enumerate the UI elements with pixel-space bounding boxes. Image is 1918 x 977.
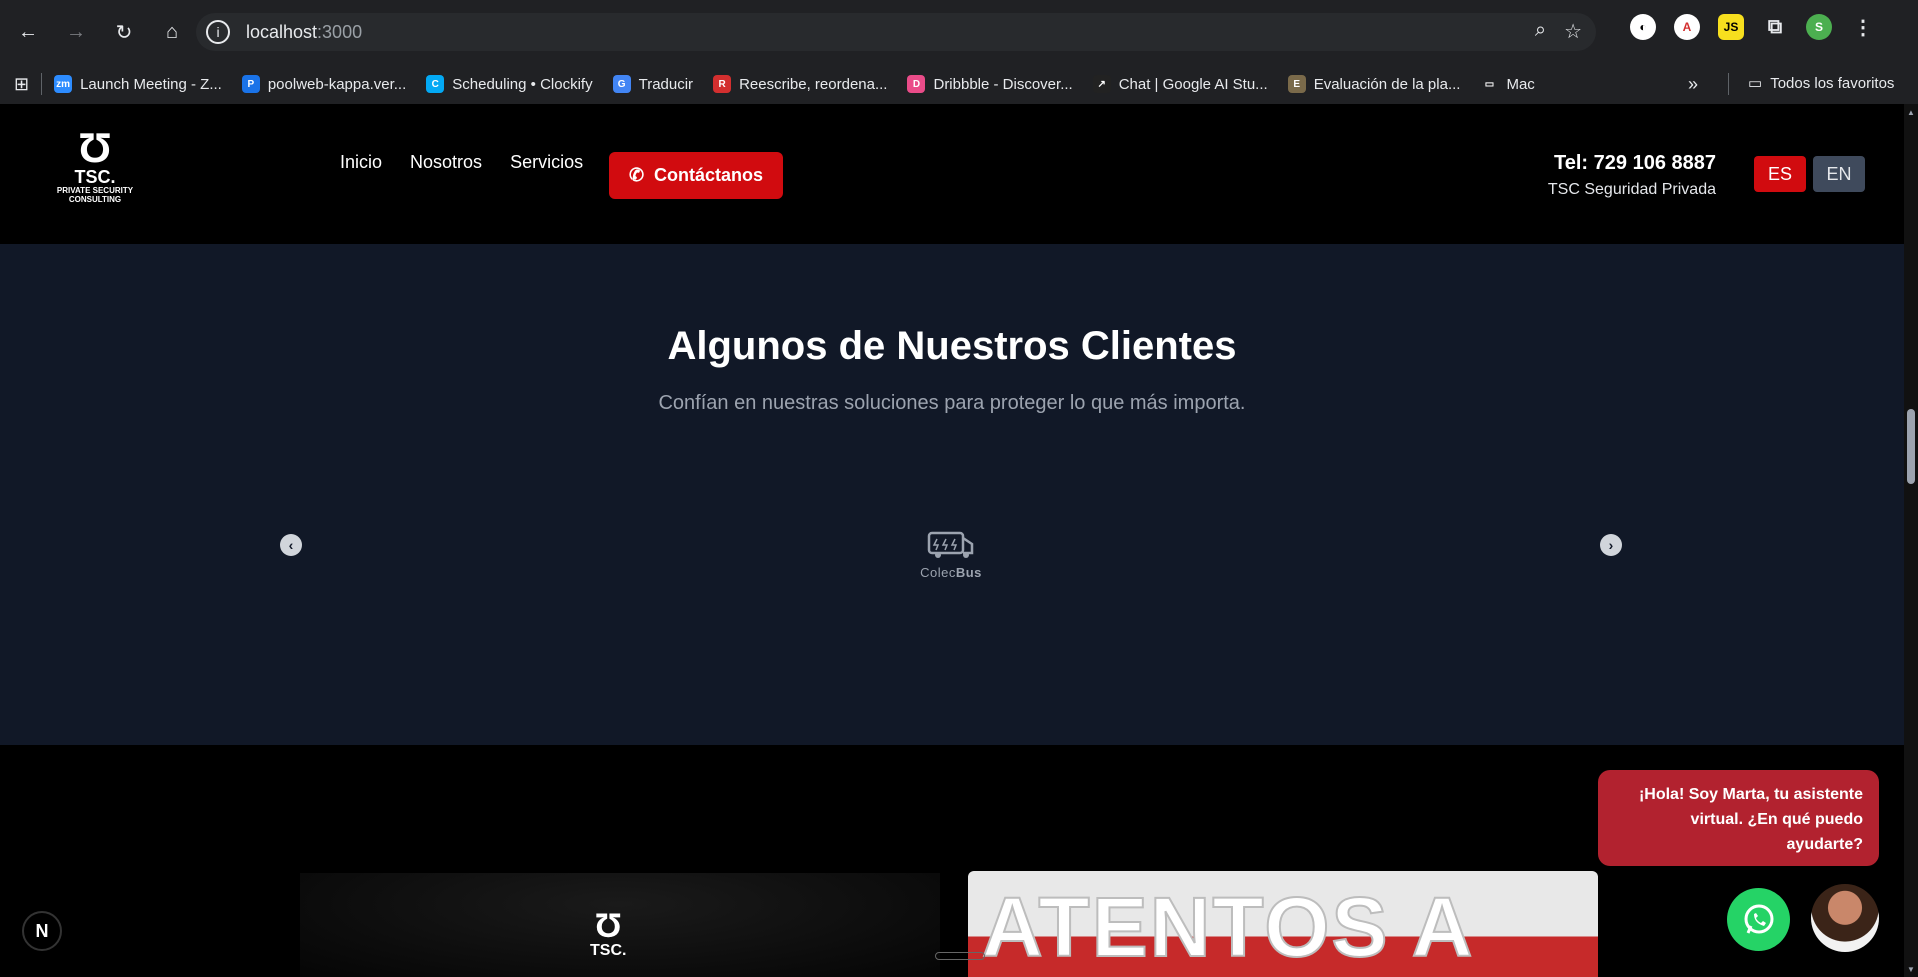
folder-icon: ▭ [1748, 75, 1763, 92]
clients-section: Algunos de Nuestros Clientes Confían en … [0, 244, 1904, 745]
bookmark-item[interactable]: zm Launch Meeting - Z... [54, 75, 222, 93]
bookmark-separator [1728, 73, 1729, 95]
bookmark-label: Traducir [638, 75, 694, 93]
folder-icon: ▭ [1480, 75, 1499, 93]
evaluacion-icon: E [1287, 75, 1306, 93]
whatsapp-button[interactable] [1727, 888, 1790, 951]
extensions-puzzle-icon[interactable]: ⧉ [1762, 14, 1788, 40]
nav-inicio[interactable]: Inicio [340, 152, 382, 173]
site-info-icon[interactable]: i [206, 20, 230, 44]
bookmark-label: Dribbble - Discover... [933, 75, 1073, 93]
site-logo[interactable]: Ʊ TSC. PRIVATE SECURITY CONSULTING [50, 124, 140, 205]
bookmark-item[interactable]: ↗ Chat | Google AI Stu... [1092, 75, 1268, 93]
rewrite-icon: R [713, 75, 732, 93]
bookmark-star-icon[interactable]: ☆ [1564, 19, 1582, 44]
profile-avatar[interactable]: S [1806, 14, 1832, 40]
bus-icon [927, 531, 974, 558]
menu-kebab-icon[interactable]: ⋮ [1850, 14, 1876, 40]
client-name: ColecBus [916, 565, 986, 580]
js-extension-icon[interactable]: JS [1718, 14, 1744, 40]
client-name-a: Colec [920, 565, 956, 580]
logo-name: TSC. [74, 167, 116, 187]
lang-es-button[interactable]: ES [1754, 156, 1806, 192]
bookmark-label: Scheduling • Clockify [452, 75, 593, 93]
scroll-down-icon[interactable]: ▼ [1907, 965, 1915, 974]
bookmark-item[interactable]: D Dribbble - Discover... [907, 75, 1073, 93]
nav-nosotros[interactable]: Nosotros [410, 152, 482, 173]
url-port: :3000 [317, 21, 363, 42]
url-text[interactable]: localhost:3000 [246, 22, 362, 43]
bookmarks-bar: ⊞ zm Launch Meeting - Z... Ppoolweb-kappa.… [0, 64, 1918, 104]
home-icon[interactable]: ⌂ [152, 12, 192, 52]
banner-text: ATENTOS A [981, 879, 1475, 975]
carousel-next-icon[interactable]: › [1600, 534, 1622, 556]
pdf-extension-icon[interactable]: A [1674, 14, 1700, 40]
nav-servicios[interactable]: Servicios [510, 152, 583, 173]
zoom-icon[interactable]: ⌕ [1535, 19, 1546, 44]
banner-image: ATENTOS A [968, 871, 1598, 977]
bookmark-item[interactable]: ▭ Mac [1480, 75, 1535, 93]
clients-subtitle: Confían en nuestras soluciones para prot… [658, 392, 1246, 414]
contact-info: Tel: 729 106 8887 TSC Seguridad Privada [1548, 152, 1716, 199]
bookmark-item[interactable]: Ppoolweb-kappa.ver... [241, 75, 407, 93]
bookmark-label: poolweb-kappa.ver... [267, 75, 407, 93]
footer-logo: Ʊ TSC. [590, 907, 627, 960]
extension-circle-icon[interactable]: ◐ [1630, 14, 1656, 40]
bookmark-item[interactable]: R Reescribe, reordena... [713, 75, 887, 93]
clockify-icon: C [426, 75, 445, 93]
site-header: Ʊ TSC. PRIVATE SECURITY CONSULTING Inici… [0, 104, 1904, 244]
scroll-up-icon[interactable]: ▲ [1907, 108, 1915, 117]
logo-subtitle: PRIVATE SECURITY CONSULTING [56, 186, 134, 204]
all-bookmarks-folder[interactable]: ▭ Todos los favoritos [1748, 74, 1895, 93]
contact-button[interactable]: ✆ Contáctanos [609, 152, 783, 199]
browser-toolbar: ← → ↻ ⌂ i localhost:3000 ⌕ ☆ ◐ A JS ⧉ S … [0, 0, 1918, 64]
clients-title: Algunos de Nuestros Clientes [667, 324, 1237, 368]
dribbble-icon: D [907, 75, 926, 93]
bookmark-label: Evaluación de la pla... [1313, 75, 1461, 93]
forward-icon[interactable]: → [56, 12, 96, 52]
apps-grid-icon[interactable]: ⊞ [14, 74, 29, 95]
all-bookmarks-label: Todos los favoritos [1770, 74, 1895, 92]
shield-logo-icon: Ʊ [78, 124, 112, 171]
whatsapp-icon [1744, 904, 1773, 934]
carousel-prev-icon[interactable]: ‹ [280, 534, 302, 556]
translate-icon: G [612, 75, 631, 93]
contact-button-label: Contáctanos [654, 165, 764, 185]
p-icon: P [241, 75, 260, 93]
footer-shield-icon: Ʊ [594, 907, 622, 945]
bookmark-item[interactable]: C Scheduling • Clockify [426, 75, 593, 93]
carousel-indicator[interactable] [935, 952, 985, 960]
page-scrollbar[interactable]: ▲ ▼ [1904, 104, 1918, 977]
reload-icon[interactable]: ↻ [104, 12, 144, 52]
address-bar[interactable]: i localhost:3000 ⌕ ☆ [196, 13, 1596, 51]
assistant-avatar[interactable] [1811, 884, 1879, 952]
bookmark-separator [41, 73, 43, 95]
zoom-icon: zm [54, 75, 73, 93]
client-logo-colecbus[interactable]: ColecBus [916, 530, 986, 580]
ai-studio-icon: ↗ [1092, 75, 1111, 93]
back-icon[interactable]: ← [8, 12, 48, 52]
whatsapp-icon: ✆ [628, 165, 645, 185]
bookmark-label: Launch Meeting - Z... [80, 75, 222, 93]
footer-logo-name: TSC. [590, 942, 627, 959]
bookmark-label: Mac [1506, 75, 1535, 93]
nextjs-dev-icon[interactable]: N [22, 911, 62, 951]
chat-greeting-bubble[interactable]: ¡Hola! Soy Marta, tu asistente virtual. … [1598, 770, 1879, 866]
browser-chrome: ← → ↻ ⌂ i localhost:3000 ⌕ ☆ ◐ A JS ⧉ S … [0, 0, 1918, 104]
scroll-thumb[interactable] [1907, 409, 1915, 484]
url-host: localhost [246, 21, 318, 42]
bookmark-label: Chat | Google AI Stu... [1118, 75, 1268, 93]
phone-number[interactable]: Tel: 729 106 8887 [1548, 152, 1716, 175]
lang-en-button[interactable]: EN [1813, 156, 1865, 192]
main-nav: Inicio Nosotros Servicios [340, 152, 583, 173]
client-name-b: Bus [955, 565, 982, 580]
bookmark-item[interactable]: G Traducir [612, 75, 694, 93]
company-name: TSC Seguridad Privada [1547, 181, 1716, 198]
more-bookmarks-icon[interactable]: » [1688, 74, 1698, 95]
bookmark-label: Reescribe, reordena... [739, 75, 888, 93]
bookmark-item[interactable]: E Evaluación de la pla... [1287, 75, 1461, 93]
